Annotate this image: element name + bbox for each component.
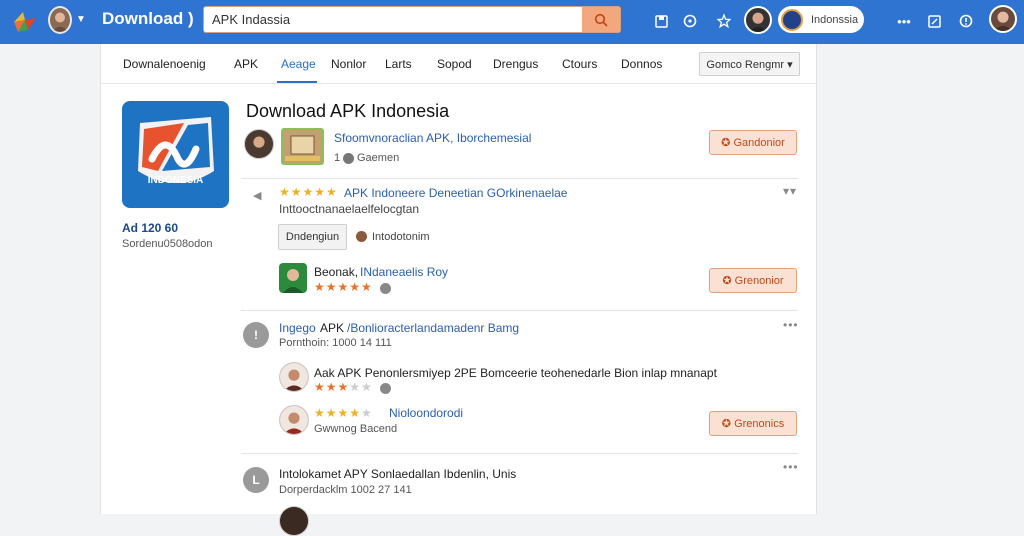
reply-text: Aak APK Penonlersmiyep 2PE Bomceerie teo… [314,366,717,380]
nav-item-active[interactable]: Aeage [281,57,316,71]
reply-avatar[interactable] [279,506,309,536]
more-options-icon[interactable]: ▾▾ [783,184,797,198]
download-button[interactable]: ✪ Gandonior [709,130,797,155]
reply-rating-stars: ★★★★★ [314,406,373,420]
nav-item[interactable]: Sopod [437,57,472,71]
app-thumbnail[interactable] [281,128,324,165]
search-input[interactable]: APK Indassia [212,12,290,27]
app-meta: Sordenu0508odon [122,238,213,250]
flame-icon: ✪ [722,275,735,287]
chip-label: Indonssia [811,13,859,26]
download-button-label: Gandonior [733,136,785,149]
publisher-link[interactable]: Sfoomvnoraclian APK, Iborchemesial [334,131,531,145]
header-count: 1 [334,152,341,164]
save-icon[interactable] [652,12,670,30]
reviewer-name: Beonak, [314,265,359,279]
tag-button[interactable]: Dndengiun [278,224,347,250]
download-button[interactable]: ✪ Grenonior [709,268,797,293]
download-button-label: Grenonics [734,417,785,430]
reply-sub: Gwwnog Bacend [314,423,398,435]
nav-item[interactable]: Nonlor [331,57,366,71]
verified-icon [380,383,391,394]
nav-item[interactable]: Donnos [621,57,662,71]
publisher-avatar[interactable] [244,129,274,159]
search-button[interactable] [582,7,620,32]
tag-text: Intodotonim [372,231,430,243]
nav-item[interactable]: Ctours [562,57,597,71]
download-button[interactable]: ✪ Grenonics [709,411,797,436]
nav-item[interactable]: Larts [385,57,412,71]
user-avatar[interactable] [48,6,72,34]
comment-title-bold: APK [320,321,345,335]
app-icon-label: INDONESIA [147,175,204,186]
download-button-label: Grenonior [734,274,784,287]
page-title: Download APK Indonesia [246,101,450,121]
nav-item[interactable]: APK [234,57,258,71]
active-tab-indicator [277,81,317,83]
comment-date: Dorperdacklm 1002 27 141 [279,484,412,496]
top-bar: ▼ Download ) APK Indassia Indonssia ••• [0,0,1024,44]
comment-title-link[interactable]: /Bonlioracterlandamadenr Bamg [347,321,519,335]
app-title[interactable]: Download ) [102,9,194,29]
chip-avatar [781,8,803,31]
search-bar: APK Indassia [203,6,621,33]
app-icon: INDONESIA [122,101,229,208]
star-icon[interactable] [715,12,733,30]
user-icon [343,153,354,164]
reviewer-avatar[interactable] [279,263,307,293]
reply-rating-stars: ★★★★★ [314,380,373,394]
reviewer-rating-stars: ★★★★★ [314,280,373,294]
rating-stars: ★★★★★ [279,185,338,199]
app-version: Ad 120 60 [122,221,179,235]
comment-title-prefix[interactable]: Ingego [279,321,316,335]
divider [241,453,798,454]
nav-bar: Downalenoenig APK Aeage Nonlor Larts Sop… [101,44,818,84]
logo-icon[interactable] [12,10,38,34]
profile-avatar[interactable] [744,6,772,34]
reply-avatar[interactable] [279,405,309,435]
more-options-icon[interactable]: ••• [783,318,799,332]
verified-icon [380,283,391,294]
nav-item[interactable]: Downalenoenig [123,57,206,71]
more-icon[interactable]: ••• [895,12,913,30]
country-chip[interactable]: Indonssia [778,6,864,33]
comment-icon: ! [243,322,269,348]
more-options-icon[interactable]: ••• [783,460,799,474]
main-panel: Downalenoenig APK Aeage Nonlor Larts Sop… [100,44,818,536]
sort-dropdown-button[interactable]: Gomco Rengmr ▾ [699,52,800,76]
caret-down-icon[interactable]: ▼ [76,14,86,25]
info-icon[interactable] [957,12,975,30]
account-avatar[interactable] [989,5,1017,33]
header-sub: Gaemen [357,152,400,164]
reply-link[interactable]: Nioloondorodi [389,406,463,420]
help-icon[interactable] [681,12,699,30]
collapse-icon[interactable]: ◀ [253,189,261,202]
flame-icon: ✪ [721,137,734,149]
divider [241,178,798,179]
edit-icon[interactable] [925,12,943,30]
comment-icon: L [243,467,269,493]
flame-icon: ✪ [721,418,735,430]
review-subtitle: Inttooctnanaelaelfelocgtan [279,202,420,216]
review-title-link[interactable]: APK Indoneere Deneetian GOrkinenaelae [344,186,567,200]
reviewer-link[interactable]: INdaneaelis Roy [360,265,448,279]
tag-avatar [356,231,367,242]
comment-date: Pornthoin: 1000 14 111 [279,337,392,349]
reply-avatar[interactable] [279,362,309,392]
search-icon [594,13,608,27]
nav-item[interactable]: Drengus [493,57,538,71]
divider [241,310,798,311]
comment-title: Intolokamet APY Sonlaedallan Ibdenlin, U… [279,467,517,481]
